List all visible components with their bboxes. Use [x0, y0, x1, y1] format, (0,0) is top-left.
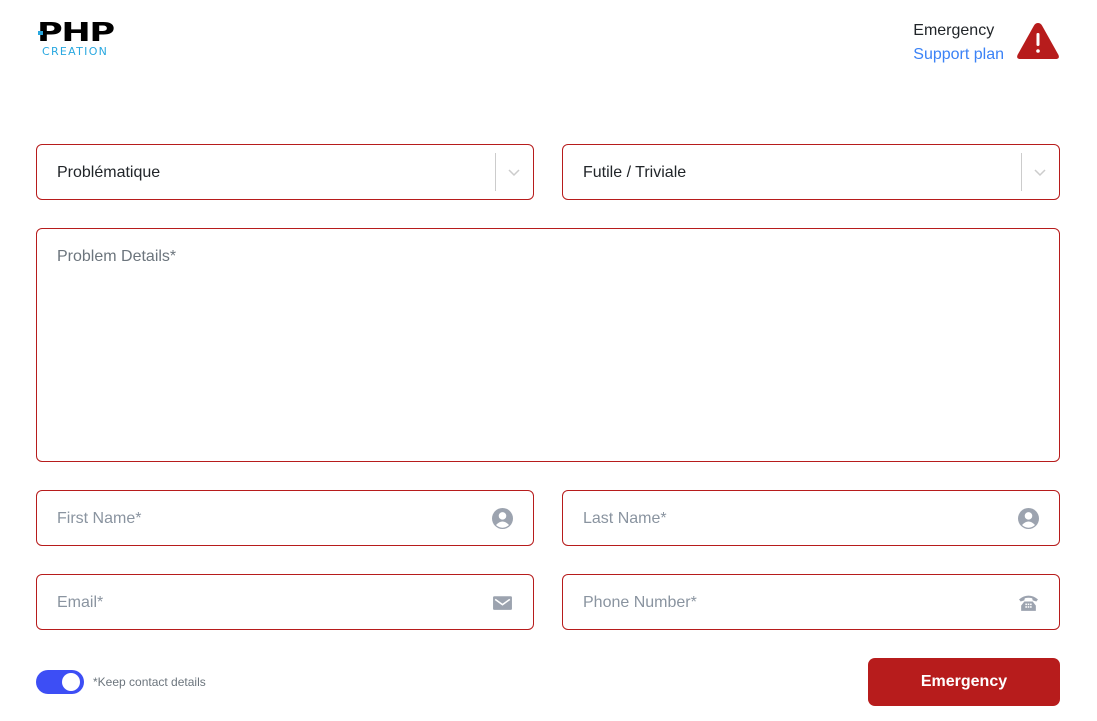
problem-details-placeholder: Problem Details* [57, 248, 177, 265]
phone-input[interactable]: Phone Number* [562, 574, 1060, 630]
problem-details-textarea[interactable]: Problem Details* [36, 228, 1060, 462]
email-input[interactable]: Email* [36, 574, 534, 630]
warning-triangle-icon [1017, 23, 1059, 59]
toggle-knob [62, 673, 80, 691]
last-name-placeholder: Last Name* [583, 510, 667, 527]
chevron-down-icon[interactable] [507, 165, 521, 179]
logo-dot [38, 31, 43, 35]
select-separator [1021, 153, 1022, 191]
phone-placeholder: Phone Number* [583, 594, 697, 611]
category-select[interactable]: Problématique [36, 144, 534, 200]
first-name-input[interactable]: First Name* [36, 490, 534, 546]
envelope-icon [493, 596, 512, 610]
logo-main-text: PHP [37, 18, 115, 48]
keep-contact-toggle[interactable] [36, 670, 84, 694]
chevron-down-icon[interactable] [1033, 165, 1047, 179]
user-circle-icon [492, 508, 513, 529]
category-select-value: Problématique [57, 164, 161, 181]
emergency-submit-button[interactable]: Emergency [868, 658, 1060, 706]
severity-select[interactable]: Futile / Triviale [562, 144, 1060, 200]
keep-contact-label: *Keep contact details [93, 675, 206, 689]
first-name-placeholder: First Name* [57, 510, 142, 527]
last-name-input[interactable]: Last Name* [562, 490, 1060, 546]
severity-select-value: Futile / Triviale [583, 164, 687, 181]
logo-sub-text: CREATION [42, 45, 109, 58]
telephone-icon [1019, 595, 1038, 611]
emergency-support-link[interactable]: Emergency Support plan [913, 19, 1004, 67]
select-separator [495, 153, 496, 191]
emergency-heading: Emergency [913, 22, 995, 39]
support-plan-link[interactable]: Support plan [913, 43, 1004, 67]
logo: PHP CREATION [37, 18, 137, 60]
email-placeholder: Email* [57, 594, 104, 611]
user-circle-icon [1018, 508, 1039, 529]
